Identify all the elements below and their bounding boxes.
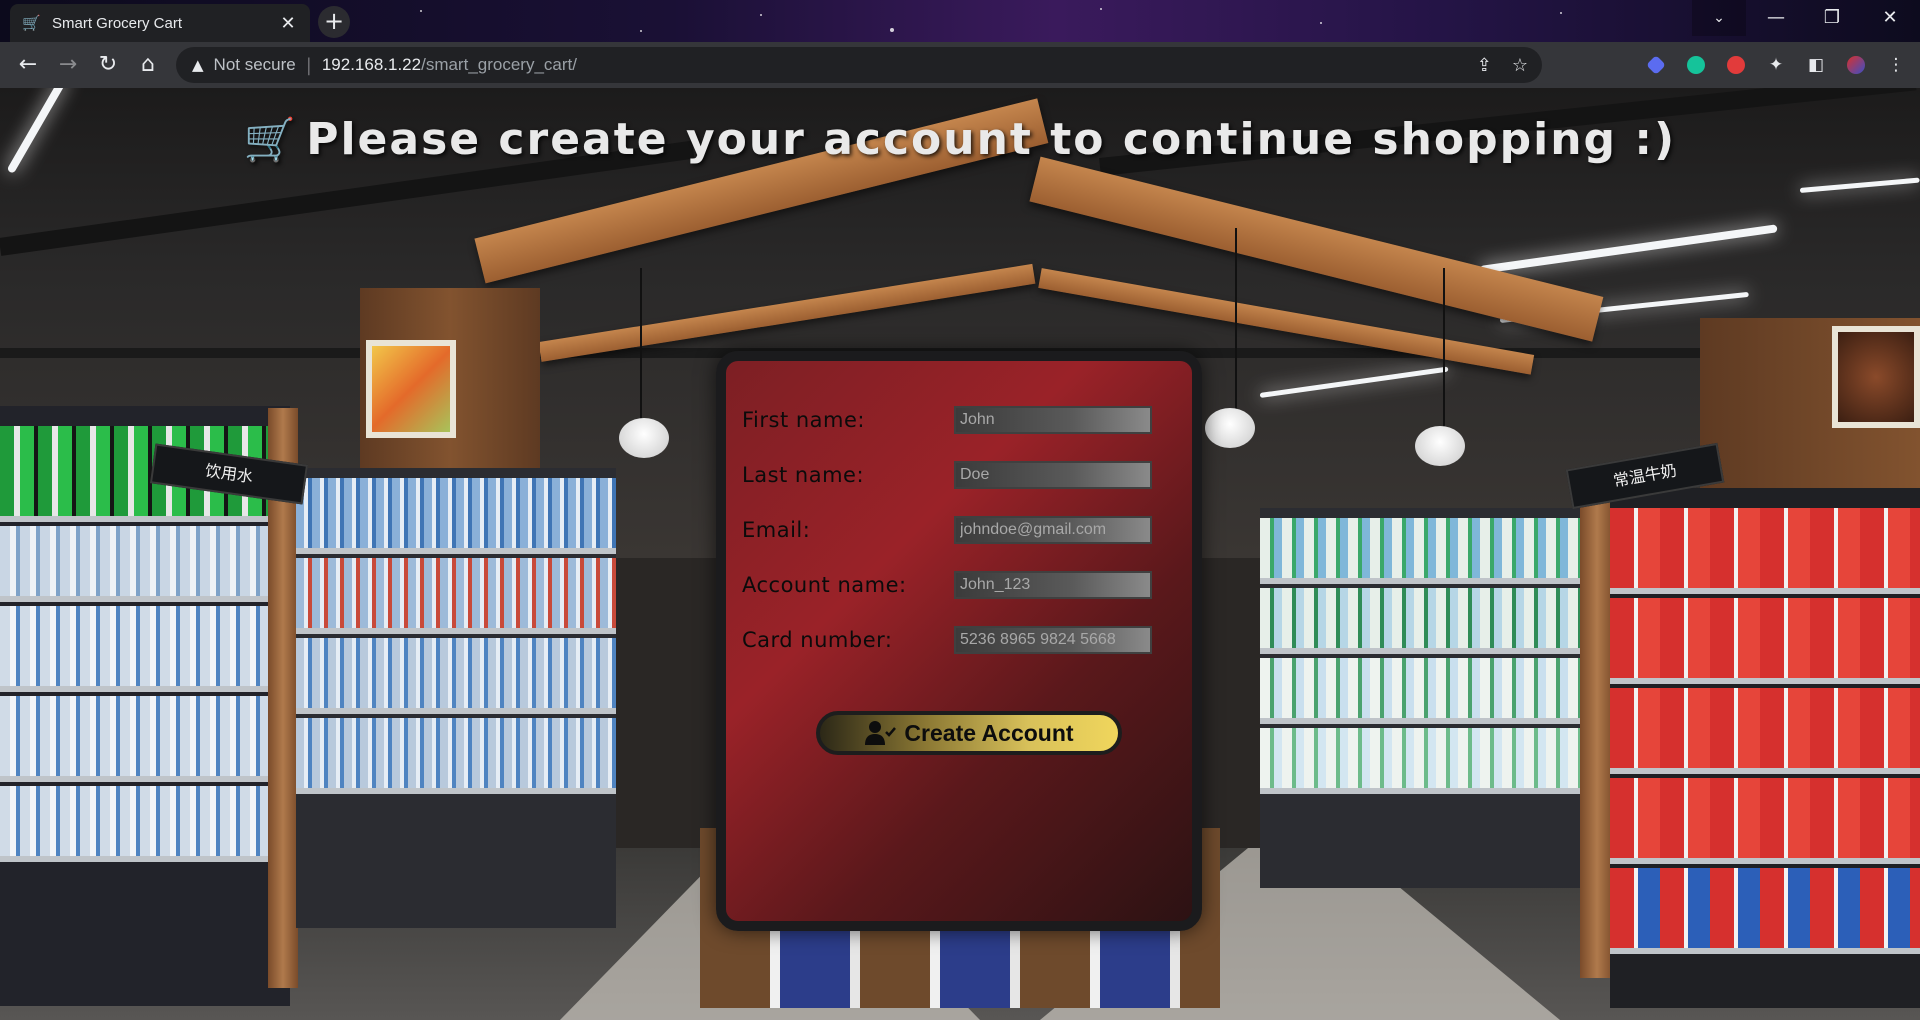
page-title-text: Please create your account to continue s… <box>306 114 1677 165</box>
url-path[interactable]: /smart_grocery_cart/ <box>421 55 577 75</box>
last-name-label: Last name: <box>742 463 865 487</box>
last-name-row: Last name: <box>742 461 1182 491</box>
tab-title: Smart Grocery Cart <box>52 14 183 32</box>
card-number-row: Card number: <box>742 626 1182 656</box>
page-title: 🛒 Please create your account to continue … <box>0 114 1920 165</box>
minimize-icon[interactable]: — <box>1748 0 1804 36</box>
extensions-bar: ✦ ◧ ⋮ <box>1636 42 1916 88</box>
warning-triangle-icon[interactable]: ▲ <box>192 56 204 74</box>
reload-icon[interactable]: ↻ <box>88 45 128 85</box>
security-status[interactable]: Not secure <box>214 55 296 75</box>
shopping-cart-icon: 🛒 <box>243 115 299 164</box>
first-name-row: First name: <box>742 406 1182 436</box>
url-host[interactable]: 192.168.1.22 <box>322 55 421 75</box>
registration-form: First name: Last name: Email: Account na… <box>716 351 1202 931</box>
browser-tab[interactable]: 🛒 Smart Grocery Cart ✕ <box>10 4 310 42</box>
forward-icon[interactable]: → <box>48 45 88 85</box>
create-account-label: Create Account <box>904 719 1074 746</box>
wall-painting <box>366 340 456 438</box>
menu-icon[interactable]: ⋮ <box>1876 45 1916 85</box>
account-name-label: Account name: <box>742 573 907 597</box>
card-number-label: Card number: <box>742 628 893 652</box>
lamp-cord <box>1235 228 1237 428</box>
last-name-input[interactable] <box>954 461 1152 489</box>
first-name-label: First name: <box>742 408 865 432</box>
shelf-post <box>1580 498 1614 978</box>
share-icon[interactable]: ⇪ <box>1477 55 1492 76</box>
back-icon[interactable]: ← <box>8 45 48 85</box>
address-bar[interactable]: ▲ Not secure | 192.168.1.22 /smart_groce… <box>176 47 1542 83</box>
email-label: Email: <box>742 518 811 542</box>
address-separator: | <box>305 54 312 76</box>
email-row: Email: <box>742 516 1182 546</box>
email-input[interactable] <box>954 516 1152 544</box>
extensions-icon[interactable]: ✦ <box>1756 45 1796 85</box>
tab-strip: 🛒 Smart Grocery Cart ✕ + ⌄ — ❐ ✕ <box>0 0 1920 42</box>
shelf-right-front <box>1610 488 1920 1008</box>
bookmark-star-icon[interactable]: ☆ <box>1512 55 1528 76</box>
page-viewport: 饮用水 常温牛奶 🛒 Please create your account to … <box>0 88 1920 1020</box>
create-account-button[interactable]: Create Account <box>816 711 1122 755</box>
grammarly-icon[interactable] <box>1676 45 1716 85</box>
pendant-lamp <box>1205 408 1255 448</box>
lamp-cord <box>1443 268 1445 438</box>
user-check-icon <box>864 719 897 747</box>
close-tab-icon[interactable]: ✕ <box>278 13 298 34</box>
profile-avatar[interactable] <box>1836 45 1876 85</box>
shelf-left-mid <box>296 468 616 928</box>
tab-search-dropdown-icon[interactable]: ⌄ <box>1692 0 1746 36</box>
extension-blue-icon[interactable] <box>1636 45 1676 85</box>
side-panel-icon[interactable]: ◧ <box>1796 45 1836 85</box>
card-number-input[interactable] <box>954 626 1152 654</box>
home-icon[interactable]: ⌂ <box>128 45 168 85</box>
shelf-right-mid <box>1260 508 1600 888</box>
account-name-input[interactable] <box>954 571 1152 599</box>
close-window-icon[interactable]: ✕ <box>1862 0 1918 36</box>
pendant-lamp <box>619 418 669 458</box>
shopping-cart-favicon-icon: 🛒 <box>22 14 41 32</box>
extension-red-icon[interactable] <box>1716 45 1756 85</box>
new-tab-button[interactable]: + <box>318 6 350 38</box>
browser-toolbar: ← → ↻ ⌂ ▲ Not secure | 192.168.1.22 /sma… <box>0 42 1920 88</box>
wall-painting <box>1832 326 1920 428</box>
first-name-input[interactable] <box>954 406 1152 434</box>
account-name-row: Account name: <box>742 571 1182 601</box>
maximize-icon[interactable]: ❐ <box>1804 0 1860 36</box>
pendant-lamp <box>1415 426 1465 466</box>
